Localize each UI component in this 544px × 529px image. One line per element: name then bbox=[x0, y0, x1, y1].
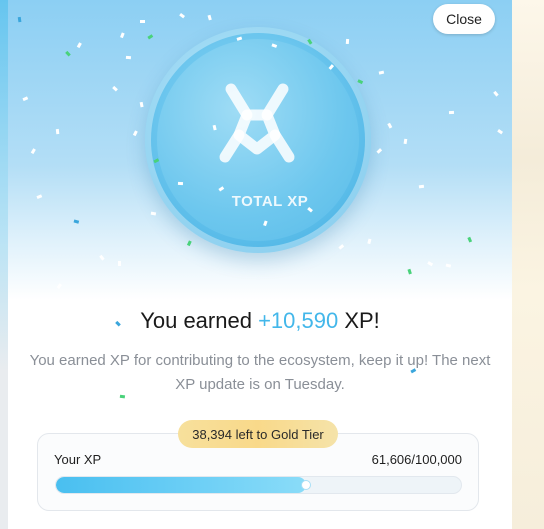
xp-progress-track bbox=[55, 476, 462, 494]
coin-face: TOTAL XP bbox=[157, 39, 359, 241]
xp-logo-icon bbox=[219, 83, 295, 163]
xp-progress-fill bbox=[56, 477, 306, 493]
tier-badge: 38,394 left to Gold Tier bbox=[178, 420, 338, 448]
headline-suffix: XP! bbox=[338, 308, 380, 333]
xp-label: Your XP bbox=[54, 452, 102, 467]
coin-label: TOTAL XP bbox=[231, 193, 309, 210]
earned-xp-amount: +10,590 bbox=[258, 308, 339, 333]
xp-progress-knob bbox=[300, 480, 311, 490]
headline-prefix: You earned bbox=[140, 308, 259, 333]
close-button[interactable]: Close bbox=[433, 4, 495, 34]
xp-value: 61,606/100,000 bbox=[371, 452, 462, 467]
earned-headline: You earned +10,590 XP! bbox=[8, 308, 512, 334]
xp-reward-modal: TOTAL XP Close You earned +10,590 XP! Yo… bbox=[8, 0, 512, 529]
earned-description: You earned XP for contributing to the ec… bbox=[29, 352, 491, 393]
background-left-edge bbox=[0, 0, 8, 529]
background-right-edge bbox=[512, 0, 544, 529]
total-xp-coin: TOTAL XP bbox=[145, 27, 371, 253]
